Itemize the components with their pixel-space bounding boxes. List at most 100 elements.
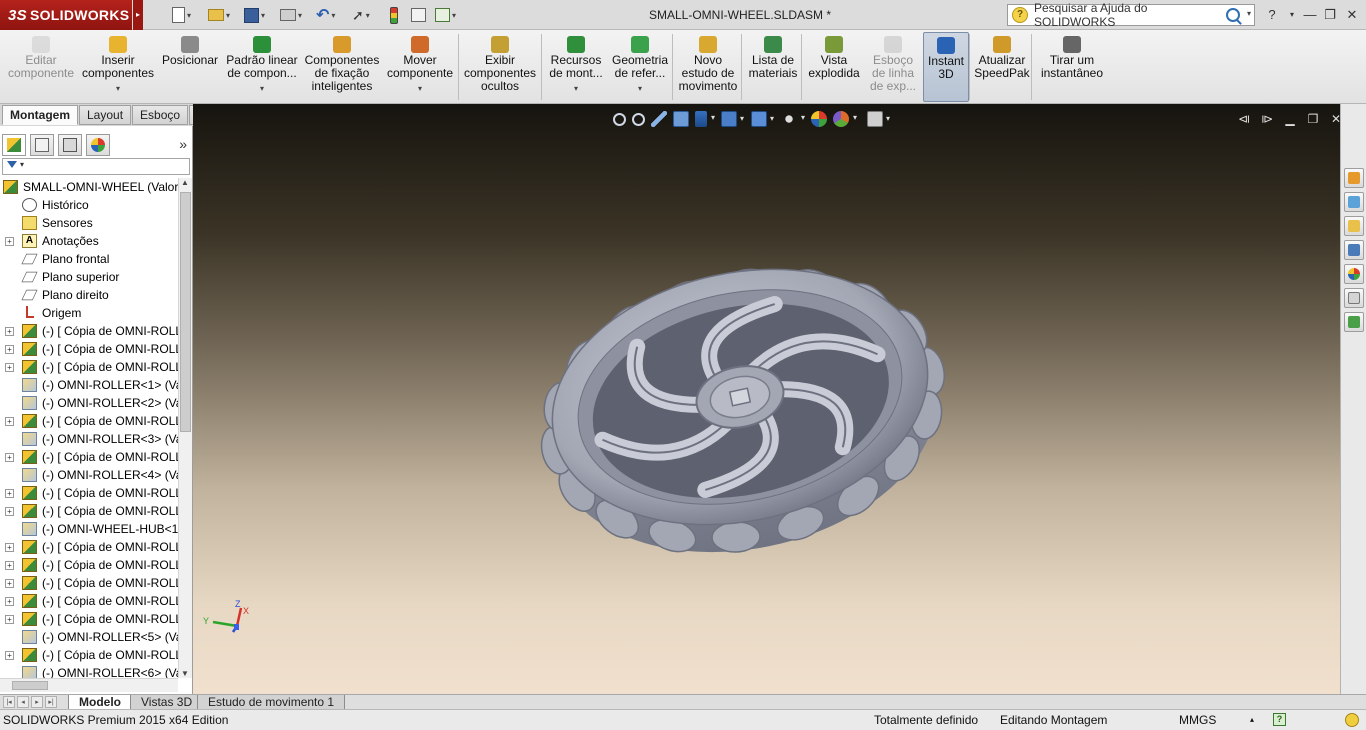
rebuild-button[interactable]: [390, 5, 398, 25]
tree-item[interactable]: Plano direito: [0, 286, 178, 304]
hide-show-items-icon[interactable]: [781, 111, 805, 127]
ribbon-button-7[interactable]: Recursos de mont... ▾: [545, 32, 607, 102]
tree-item[interactable]: + (-) [ Cópia de OMNI-ROLL: [0, 358, 178, 376]
menu-expand-arrow[interactable]: ▸: [133, 0, 143, 30]
ribbon-button-11[interactable]: Vista explodida: [805, 32, 863, 102]
tree-item[interactable]: Histórico: [0, 196, 178, 214]
tree-root-assembly[interactable]: SMALL-OMNI-WHEEL (Valor: [0, 178, 178, 196]
chevron-down-icon[interactable]: ▾: [1247, 9, 1251, 18]
expand-toggle-icon[interactable]: +: [5, 615, 14, 624]
apply-scene-icon[interactable]: [833, 111, 857, 127]
tree-horizontal-scrollbar[interactable]: [0, 678, 178, 692]
chevron-down-icon[interactable]: ▾: [80, 82, 156, 95]
view-settings-icon[interactable]: [867, 111, 890, 127]
chevron-down-icon[interactable]: ▾: [384, 82, 456, 95]
zoom-to-area-icon[interactable]: [632, 112, 645, 126]
ribbon-button-0[interactable]: Editar componente: [5, 32, 77, 102]
view-palette-tab[interactable]: [1344, 240, 1364, 260]
tree-item[interactable]: Sensores: [0, 214, 178, 232]
expand-toggle-icon[interactable]: +: [5, 417, 14, 426]
tree-item[interactable]: (-) OMNI-ROLLER<4> (Va: [0, 466, 178, 484]
tree-item[interactable]: + (-) [ Cópia de OMNI-ROLL: [0, 646, 178, 664]
tree-item[interactable]: + (-) [ Cópia de OMNI-ROLL: [0, 322, 178, 340]
file-explorer-tab[interactable]: [1344, 216, 1364, 236]
expand-toggle-icon[interactable]: +: [5, 345, 14, 354]
tab-property-manager[interactable]: [30, 134, 54, 156]
tab-feature-manager[interactable]: [2, 134, 26, 156]
file-properties-button[interactable]: [411, 5, 426, 25]
ribbon-button-15[interactable]: Tirar um instantâneo: [1036, 32, 1108, 102]
scroll-thumb[interactable]: [12, 681, 48, 690]
tree-item[interactable]: + A Anotações: [0, 232, 178, 250]
tab-display-manager[interactable]: [86, 134, 110, 156]
expand-toggle-icon[interactable]: +: [5, 597, 14, 606]
viewport-next-icon[interactable]: ⧐: [1259, 112, 1275, 126]
tree-item[interactable]: + (-) [ Cópia de OMNI-ROLL: [0, 484, 178, 502]
expand-toggle-icon[interactable]: +: [5, 489, 14, 498]
viewport-close-icon[interactable]: ✕: [1328, 112, 1340, 126]
tab-vistas-3d[interactable]: Vistas 3D: [130, 695, 204, 710]
tree-item[interactable]: Plano frontal: [0, 250, 178, 268]
design-library-tab[interactable]: [1344, 192, 1364, 212]
ribbon-button-10[interactable]: Lista de materiais: [745, 32, 801, 102]
tree-item[interactable]: Origem: [0, 304, 178, 322]
help-dropdown[interactable]: ▾: [1282, 5, 1302, 25]
viewport-minimize-icon[interactable]: ▁: [1282, 112, 1298, 126]
tree-vertical-scrollbar[interactable]: ▲ ▼: [178, 178, 192, 678]
tree-item[interactable]: + (-) [ Cópia de OMNI-ROLL: [0, 340, 178, 358]
display-style-icon[interactable]: [751, 111, 774, 127]
tree-item[interactable]: + (-) [ Cópia de OMNI-ROLL: [0, 592, 178, 610]
ribbon-button-9[interactable]: Novo estudo de movimento: [676, 32, 740, 102]
tree-item[interactable]: + (-) [ Cópia de OMNI-ROLL: [0, 556, 178, 574]
tree-item[interactable]: Plano superior: [0, 268, 178, 286]
tree-item[interactable]: + (-) [ Cópia de OMNI-ROLL: [0, 448, 178, 466]
help-button[interactable]: ?: [1262, 5, 1282, 25]
tree-item[interactable]: + (-) [ Cópia de OMNI-ROLL: [0, 412, 178, 430]
ribbon-button-1[interactable]: Inserir componentes ▾: [80, 32, 156, 102]
previous-view-icon[interactable]: [651, 111, 667, 127]
omni-wheel-model[interactable]: [193, 104, 1340, 694]
ribbon-button-8[interactable]: Geometria de refer... ▾: [610, 32, 670, 102]
tab-configuration-manager[interactable]: [58, 134, 82, 156]
appearances-tab[interactable]: [1344, 264, 1364, 284]
solidworks-resources-tab[interactable]: [1344, 168, 1364, 188]
restore-button[interactable]: ❐: [1320, 5, 1340, 25]
ribbon-button-2[interactable]: Posicionar: [160, 32, 220, 102]
options-button[interactable]: ▾: [435, 5, 456, 25]
search-icon[interactable]: [1226, 8, 1240, 22]
ribbon-button-5[interactable]: Mover componente ▾: [384, 32, 456, 102]
tab-estudo-de-movimento[interactable]: Estudo de movimento 1: [197, 695, 346, 710]
expand-toggle-icon[interactable]: +: [5, 363, 14, 372]
tree-item[interactable]: (-) OMNI-ROLLER<2> (Va: [0, 394, 178, 412]
help-search-input[interactable]: ? Pesquisar a Ajuda do SOLIDWORKS ▾: [1007, 1, 1255, 29]
viewport-restore-icon[interactable]: ❐: [1305, 112, 1321, 126]
units-selector[interactable]: MMGS: [1179, 710, 1216, 730]
expand-toggle-icon[interactable]: +: [5, 543, 14, 552]
tree-item[interactable]: (-) OMNI-WHEEL-HUB<1: [0, 520, 178, 538]
open-button[interactable]: ▾: [208, 5, 230, 25]
tree-item[interactable]: (-) OMNI-ROLLER<3> (Va: [0, 430, 178, 448]
tab-montagem[interactable]: Montagem: [2, 105, 78, 125]
ribbon-button-3[interactable]: Padrão linear de compon... ▾: [222, 32, 302, 102]
tips-bulb-icon[interactable]: [1345, 713, 1359, 727]
zoom-to-fit-icon[interactable]: [613, 112, 626, 126]
scroll-down-icon[interactable]: ▼: [181, 669, 189, 678]
select-button[interactable]: ➚ ▾: [352, 5, 370, 25]
solidworks-logo[interactable]: 3S SOLIDWORKS: [0, 0, 132, 30]
print-button[interactable]: ▾: [280, 5, 302, 25]
expand-toggle-icon[interactable]: +: [5, 651, 14, 660]
tree-filter-input[interactable]: ▾: [2, 158, 190, 175]
chevron-up-icon[interactable]: ▴: [1250, 710, 1254, 730]
viewport-previous-icon[interactable]: ⧏: [1236, 112, 1252, 126]
tree-item[interactable]: (-) OMNI-ROLLER<5> (Va: [0, 628, 178, 646]
minimize-button[interactable]: —: [1300, 5, 1320, 25]
ribbon-button-12[interactable]: Esboço de linha de exp...: [866, 32, 920, 102]
scroll-thumb[interactable]: [180, 192, 191, 432]
section-view-icon[interactable]: [673, 111, 689, 127]
tree-item[interactable]: + (-) [ Cópia de OMNI-ROLL: [0, 610, 178, 628]
tree-item[interactable]: (-) OMNI-ROLLER<1> (Va: [0, 376, 178, 394]
previous-tab-arrow[interactable]: ◂: [17, 696, 29, 708]
chevron-down-icon[interactable]: ▾: [610, 82, 670, 95]
tree-item[interactable]: + (-) [ Cópia de OMNI-ROLL: [0, 502, 178, 520]
expand-toggle-icon[interactable]: +: [5, 237, 14, 246]
